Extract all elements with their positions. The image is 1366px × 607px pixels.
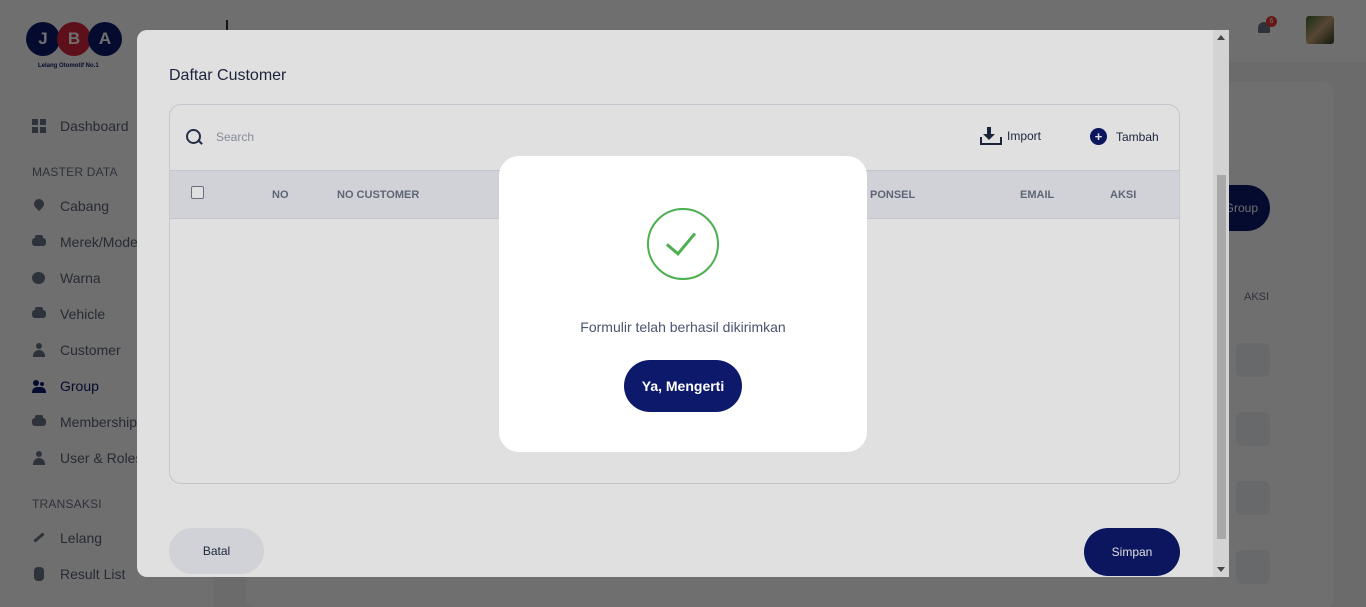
success-check-icon <box>647 208 719 280</box>
success-dialog: Formulir telah berhasil dikirimkan Ya, M… <box>499 156 867 452</box>
confirm-button[interactable]: Ya, Mengerti <box>624 360 742 412</box>
success-message: Formulir telah berhasil dikirimkan <box>580 319 786 335</box>
